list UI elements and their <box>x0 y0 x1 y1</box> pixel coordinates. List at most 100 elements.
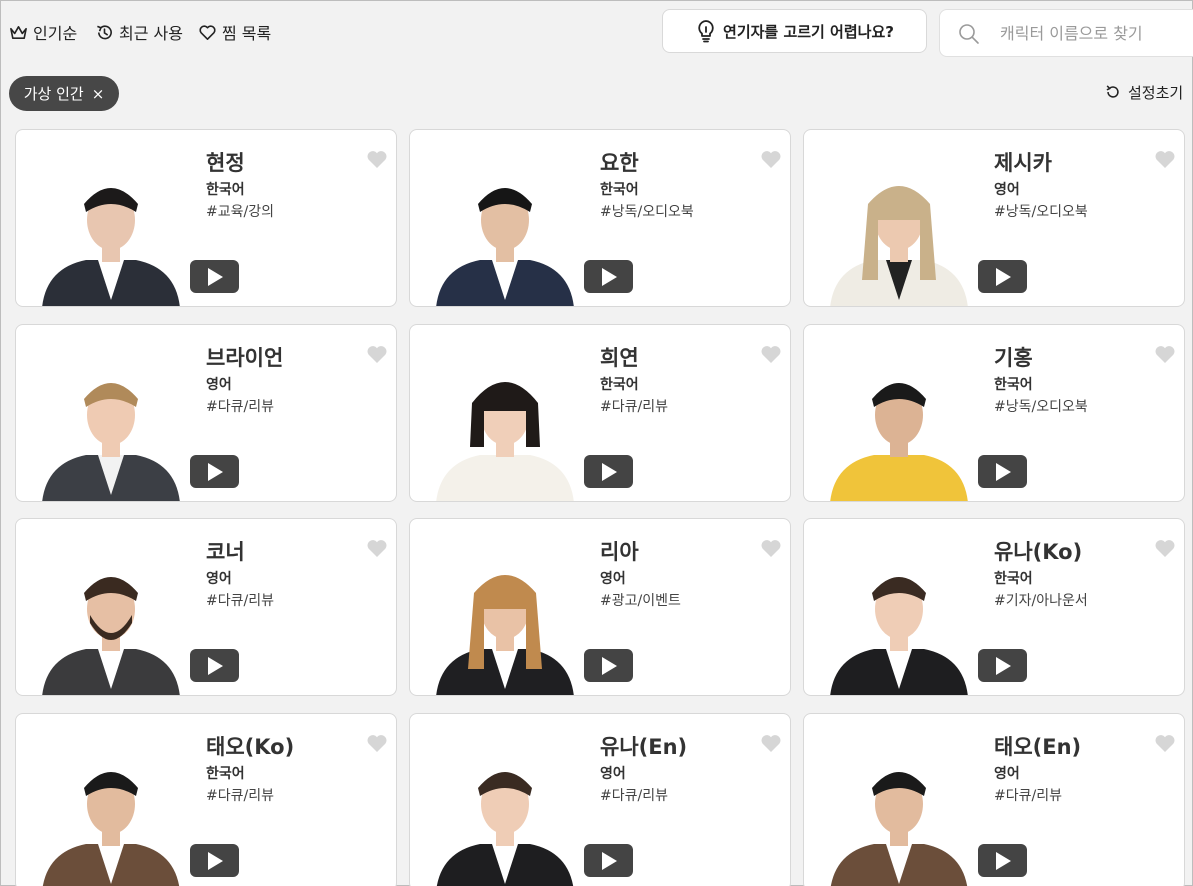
character-name: 태오(En) <box>994 735 1082 759</box>
play-icon <box>207 462 223 481</box>
play-preview-button[interactable] <box>190 260 239 293</box>
play-preview-button[interactable] <box>978 649 1027 682</box>
character-portrait <box>824 549 974 695</box>
sort-tab-recent[interactable]: 최근 사용 <box>95 20 183 44</box>
character-tag: #다큐/리뷰 <box>600 788 668 804</box>
play-preview-button[interactable] <box>190 649 239 682</box>
character-card[interactable]: 브라이언영어 #다큐/리뷰 <box>15 324 397 502</box>
character-name: 리아 <box>600 540 639 564</box>
character-card[interactable]: 태오(Ko) 한국어 #다큐/리뷰 <box>15 713 397 886</box>
character-portrait <box>36 744 186 886</box>
favorite-heart-icon[interactable] <box>366 149 388 169</box>
character-language: 한국어 <box>206 182 245 198</box>
play-preview-button[interactable] <box>584 455 633 488</box>
play-icon <box>601 851 617 870</box>
play-preview-button[interactable] <box>190 844 239 877</box>
character-card[interactable]: 유나(En) 영어 #다큐/리뷰 <box>409 713 791 886</box>
favorite-heart-icon[interactable] <box>366 733 388 753</box>
play-preview-button[interactable] <box>978 455 1027 488</box>
favorite-heart-icon[interactable] <box>760 538 782 558</box>
favorite-heart-icon[interactable] <box>1154 733 1176 753</box>
play-icon <box>995 267 1011 286</box>
character-name: 유나(Ko) <box>994 540 1083 564</box>
character-card[interactable]: 희연 한국어 #다큐/리뷰 <box>409 324 791 502</box>
character-language: 영어 <box>600 571 626 587</box>
search-input[interactable] <box>1000 10 1190 56</box>
character-language: 한국어 <box>600 377 639 393</box>
actor-help-label: 연기자를 고르기 어렵나요? <box>723 22 894 41</box>
character-language: 한국어 <box>600 182 639 198</box>
reset-icon <box>1106 85 1119 98</box>
character-tag: #광고/이벤트 <box>600 593 681 609</box>
character-portrait <box>36 160 186 306</box>
play-icon <box>207 656 223 675</box>
sort-tab-popular-label: 인기순 <box>33 24 78 43</box>
character-name: 제시카 <box>994 151 1052 175</box>
character-card[interactable]: 제시카영어 #낭독/오디오북 <box>803 129 1185 307</box>
favorite-heart-icon[interactable] <box>760 344 782 364</box>
favorite-heart-icon[interactable] <box>366 344 388 364</box>
character-portrait <box>824 744 974 886</box>
filter-chip-label: 가상 인간 <box>23 85 84 103</box>
character-name: 유나(En) <box>600 735 688 759</box>
character-language: 영어 <box>994 182 1020 198</box>
favorite-heart-icon[interactable] <box>760 733 782 753</box>
character-card[interactable]: 요한 한국어 #낭독/오디오북 <box>409 129 791 307</box>
character-tag: #다큐/리뷰 <box>206 593 274 609</box>
favorite-heart-icon[interactable] <box>1154 344 1176 364</box>
character-name: 현정 <box>206 151 245 175</box>
sort-tab-popular[interactable]: 인기순 <box>9 20 77 44</box>
character-tag: #다큐/리뷰 <box>600 399 668 415</box>
character-portrait <box>36 549 186 695</box>
favorite-heart-icon[interactable] <box>1154 538 1176 558</box>
character-tag: #낭독/오디오북 <box>994 399 1088 415</box>
play-icon <box>207 267 223 286</box>
character-portrait <box>36 355 186 501</box>
character-tag: #기자/아나운서 <box>994 593 1088 609</box>
character-name: 브라이언 <box>206 346 284 370</box>
character-name: 코너 <box>206 540 245 564</box>
character-card[interactable]: 코너 영어 #다큐/리뷰 <box>15 518 397 696</box>
sort-tab-favorites[interactable]: 찜 목록 <box>198 20 271 44</box>
character-card[interactable]: 태오(En) 영어 #다큐/리뷰 <box>803 713 1185 886</box>
character-name: 기홍 <box>994 346 1033 370</box>
character-language: 영어 <box>994 766 1020 782</box>
character-card[interactable]: 리아영어 #광고/이벤트 <box>409 518 791 696</box>
character-card[interactable]: 현정 한국어 #교육/강의 <box>15 129 397 307</box>
play-preview-button[interactable] <box>190 455 239 488</box>
search-box <box>939 9 1193 57</box>
filter-chip-virtual-human[interactable]: 가상 인간 × <box>9 76 119 111</box>
character-name: 요한 <box>600 151 639 175</box>
character-card[interactable]: 기홍 한국어 #낭독/오디오북 <box>803 324 1185 502</box>
character-tag: #다큐/리뷰 <box>206 788 274 804</box>
character-language: 한국어 <box>206 766 245 782</box>
play-icon <box>995 462 1011 481</box>
character-language: 영어 <box>600 766 626 782</box>
play-preview-button[interactable] <box>978 844 1027 877</box>
reset-filters-button[interactable]: 설정초기 <box>1104 81 1183 103</box>
character-tag: #낭독/오디오북 <box>994 204 1088 220</box>
sort-tab-recent-label: 최근 사용 <box>119 24 183 43</box>
actor-help-button[interactable]: 연기자를 고르기 어렵나요? <box>662 9 927 53</box>
character-tag: #다큐/리뷰 <box>206 399 274 415</box>
history-icon <box>97 24 112 39</box>
character-portrait <box>430 160 580 306</box>
character-language: 영어 <box>206 377 232 393</box>
play-preview-button[interactable] <box>584 844 633 877</box>
character-tag: #다큐/리뷰 <box>994 788 1062 804</box>
play-icon <box>207 851 223 870</box>
character-portrait <box>430 744 580 886</box>
close-icon[interactable]: × <box>92 85 105 103</box>
character-language: 한국어 <box>994 571 1033 587</box>
sort-tab-favorites-label: 찜 목록 <box>222 24 272 43</box>
favorite-heart-icon[interactable] <box>1154 149 1176 169</box>
play-preview-button[interactable] <box>584 260 633 293</box>
play-preview-button[interactable] <box>584 649 633 682</box>
play-icon <box>601 656 617 675</box>
favorite-heart-icon[interactable] <box>366 538 388 558</box>
character-card[interactable]: 유나(Ko) 한국어 #기자/아나운서 <box>803 518 1185 696</box>
play-preview-button[interactable] <box>978 260 1027 293</box>
character-portrait <box>430 549 580 695</box>
character-portrait <box>824 160 974 306</box>
favorite-heart-icon[interactable] <box>760 149 782 169</box>
